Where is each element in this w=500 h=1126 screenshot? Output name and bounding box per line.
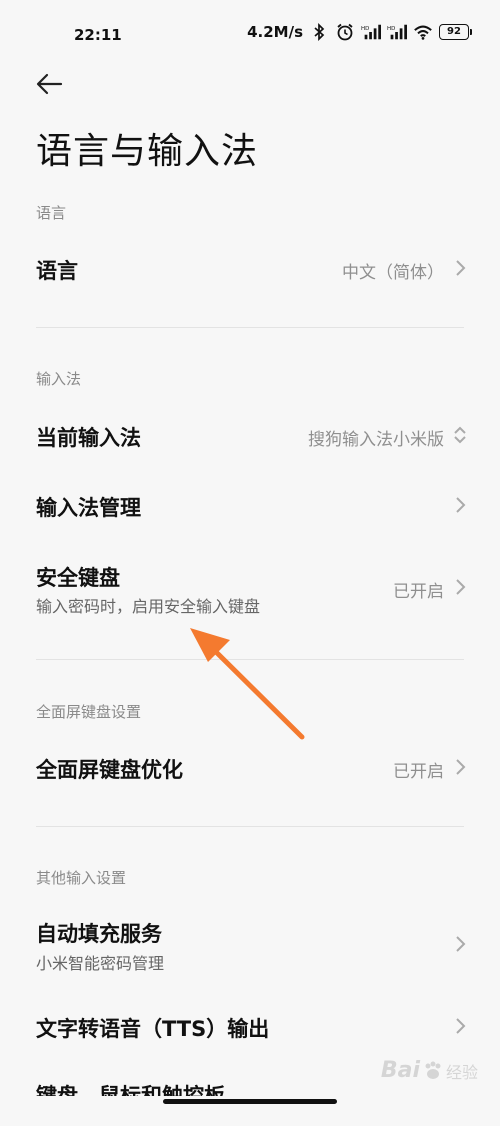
row-autofill-service[interactable]: 自动填充服务 小米智能密码管理 <box>0 908 500 978</box>
alarm-icon <box>337 23 353 41</box>
row-tts-output[interactable]: 文字转语音（TTS）输出 <box>0 996 500 1056</box>
row-subtitle: 小米智能密码管理 <box>36 954 165 973</box>
divider <box>36 327 464 328</box>
section-header-input-method: 输入法 <box>36 370 82 388</box>
row-current-input-method[interactable]: 当前输入法 搜狗输入法小米版 <box>0 405 500 465</box>
watermark-sub: 经验 <box>445 1062 478 1082</box>
row-title: 自动填充服务 <box>36 922 162 946</box>
chevron-right-icon <box>456 579 466 595</box>
section-header-language: 语言 <box>36 204 67 222</box>
network-speed: 4.2M/s <box>247 23 303 41</box>
chevron-right-icon <box>456 1018 466 1034</box>
row-input-method-management[interactable]: 输入法管理 <box>0 475 500 535</box>
chevron-right-icon <box>456 497 466 513</box>
row-fullscreen-keyboard-optimize[interactable]: 全面屏键盘优化 已开启 <box>0 737 500 797</box>
watermark-brand: Bai <box>380 1058 420 1083</box>
row-title: 全面屏键盘优化 <box>36 758 183 782</box>
chevron-up-down-icon <box>454 426 466 444</box>
status-icons: 4.2M/s HD HD 92 <box>247 22 472 42</box>
battery-level: 92 <box>439 24 469 40</box>
watermark-logo: Bai 经验 <box>381 1058 478 1083</box>
row-value: 已开启 <box>393 762 444 782</box>
status-time: 22:11 <box>74 26 122 44</box>
svg-text:HD: HD <box>361 26 369 32</box>
row-language[interactable]: 语言 中文（简体） <box>0 238 500 298</box>
row-title: 当前输入法 <box>36 426 141 450</box>
row-title: 输入法管理 <box>36 496 141 520</box>
row-title: 文字转语音（TTS）输出 <box>36 1017 270 1041</box>
bluetooth-icon <box>314 22 325 42</box>
signal-hd-icon: HD <box>361 24 381 40</box>
row-value: 搜狗输入法小米版 <box>308 430 444 450</box>
row-title: 安全键盘 <box>36 566 120 590</box>
page-title: 语言与输入法 <box>36 131 259 172</box>
row-value: 已开启 <box>393 582 444 602</box>
row-subtitle: 输入密码时，启用安全输入键盘 <box>36 597 261 616</box>
paw-icon <box>425 1061 441 1079</box>
divider <box>36 826 464 827</box>
back-arrow-icon[interactable] <box>34 70 64 98</box>
row-title: 语言 <box>36 259 78 283</box>
section-header-other-input: 其他输入设置 <box>36 869 127 887</box>
signal-hd-icon-2: HD <box>387 24 407 40</box>
section-header-fullscreen-keyboard: 全面屏键盘设置 <box>36 703 142 721</box>
status-bar: 22:11 4.2M/s HD HD 92 <box>0 0 500 70</box>
divider <box>36 659 464 660</box>
home-indicator[interactable] <box>163 1099 337 1104</box>
row-title: 键盘、鼠标和触控板 <box>36 1084 225 1108</box>
battery-icon: 92 <box>439 24 472 40</box>
chevron-right-icon <box>456 936 466 952</box>
wifi-icon <box>414 25 432 40</box>
chevron-right-icon <box>456 260 466 276</box>
chevron-right-icon <box>456 759 466 775</box>
row-value: 中文（简体） <box>342 263 444 283</box>
svg-text:HD: HD <box>387 26 395 32</box>
row-secure-keyboard[interactable]: 安全键盘 输入密码时，启用安全输入键盘 已开启 <box>0 550 500 625</box>
